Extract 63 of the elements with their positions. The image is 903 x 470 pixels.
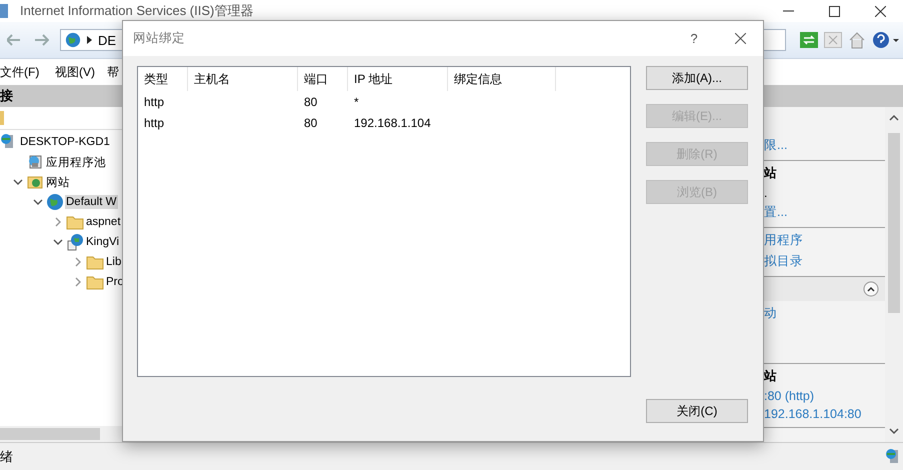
breadcrumb-arrow-icon bbox=[87, 36, 92, 44]
window-title: Internet Information Services (IIS)管理器 bbox=[20, 2, 254, 20]
menu-item[interactable]: 视图(V) bbox=[55, 64, 107, 80]
chevron-down-icon[interactable] bbox=[53, 237, 63, 247]
back-arrow-icon bbox=[7, 34, 21, 46]
menu-item[interactable]: 帮 bbox=[107, 64, 119, 80]
node-icon bbox=[26, 153, 44, 171]
tree-item[interactable]: DESKTOP-KGD1 bbox=[19, 135, 111, 149]
close-icon bbox=[734, 33, 746, 44]
dialog-title: 网站绑定 bbox=[133, 30, 186, 47]
collapse-icon[interactable] bbox=[863, 281, 879, 297]
column-header[interactable]: 主机名 bbox=[188, 67, 298, 91]
action-link[interactable]: :80 (http) bbox=[764, 389, 885, 403]
panel-header: 接 bbox=[0, 85, 122, 107]
tree-item[interactable]: aspnet bbox=[85, 215, 122, 229]
table-cell-text: http bbox=[143, 114, 166, 132]
status-text: 绪 bbox=[0, 448, 13, 466]
minimize-icon bbox=[782, 10, 794, 12]
node-icon bbox=[66, 233, 84, 251]
maximize-icon bbox=[828, 6, 840, 16]
close-icon bbox=[874, 6, 886, 16]
table-cell-text: 192.168.1.104 bbox=[353, 114, 432, 132]
dialog-button[interactable]: 添加(A)... bbox=[646, 66, 748, 90]
chevron-right-icon[interactable] bbox=[73, 257, 83, 267]
action-link[interactable]: 192.168.1.104:80 bbox=[764, 407, 885, 421]
stop-icon[interactable] bbox=[824, 32, 842, 48]
table-cell-text: 80 bbox=[303, 114, 318, 132]
forward-arrow-icon bbox=[35, 34, 49, 46]
section-heading: 站 bbox=[764, 165, 778, 182]
chevron-right-icon[interactable] bbox=[53, 217, 63, 227]
globe-icon bbox=[46, 193, 64, 211]
action-link[interactable]: 限... bbox=[764, 137, 885, 154]
app-icon bbox=[0, 4, 8, 18]
tree-item[interactable]: 网站 bbox=[45, 174, 71, 190]
action-link[interactable]: 拟目录 bbox=[764, 253, 885, 270]
home-icon[interactable] bbox=[848, 31, 866, 49]
column-header[interactable]: IP 地址 bbox=[348, 67, 448, 91]
menu-item[interactable]: 文件(F) bbox=[0, 64, 55, 80]
action-link[interactable]: 动 bbox=[764, 305, 885, 322]
table-cell-text: * bbox=[353, 94, 360, 110]
refresh-icon[interactable] bbox=[800, 32, 818, 48]
help-icon[interactable] bbox=[872, 31, 900, 49]
table-cell-text: 80 bbox=[303, 94, 318, 110]
action-link[interactable]: 用程序 bbox=[764, 232, 885, 249]
action-link[interactable]: 置... bbox=[764, 204, 885, 221]
globe-icon bbox=[65, 32, 81, 48]
horizontal-scrollbar[interactable] bbox=[0, 426, 122, 442]
column-header[interactable]: 端口 bbox=[298, 67, 348, 91]
tree-item[interactable]: 应用程序池 bbox=[45, 154, 107, 170]
chevron-right-icon[interactable] bbox=[73, 277, 83, 287]
table-cell-text: http bbox=[143, 94, 166, 110]
column-header[interactable]: 类型 bbox=[138, 67, 188, 91]
help-button[interactable]: ? bbox=[671, 31, 717, 46]
column-header[interactable]: 绑定信息 bbox=[448, 67, 556, 91]
tree-item[interactable]: Lib bbox=[105, 255, 122, 269]
close-dialog-button[interactable]: 关闭(C) bbox=[646, 399, 748, 423]
bindings-list[interactable]: 类型 主机名 端口 IP 地址 绑定信息 http 80 * http 80 192.168.1.104 bbox=[137, 66, 631, 377]
action-text: . bbox=[764, 186, 768, 200]
chevron-down-icon[interactable] bbox=[13, 177, 23, 187]
chevron-down-icon[interactable] bbox=[33, 197, 43, 207]
tree-item[interactable]: KingVi bbox=[85, 235, 120, 249]
tree-item[interactable]: Default W bbox=[65, 195, 118, 209]
section-heading: 站 bbox=[764, 368, 778, 385]
